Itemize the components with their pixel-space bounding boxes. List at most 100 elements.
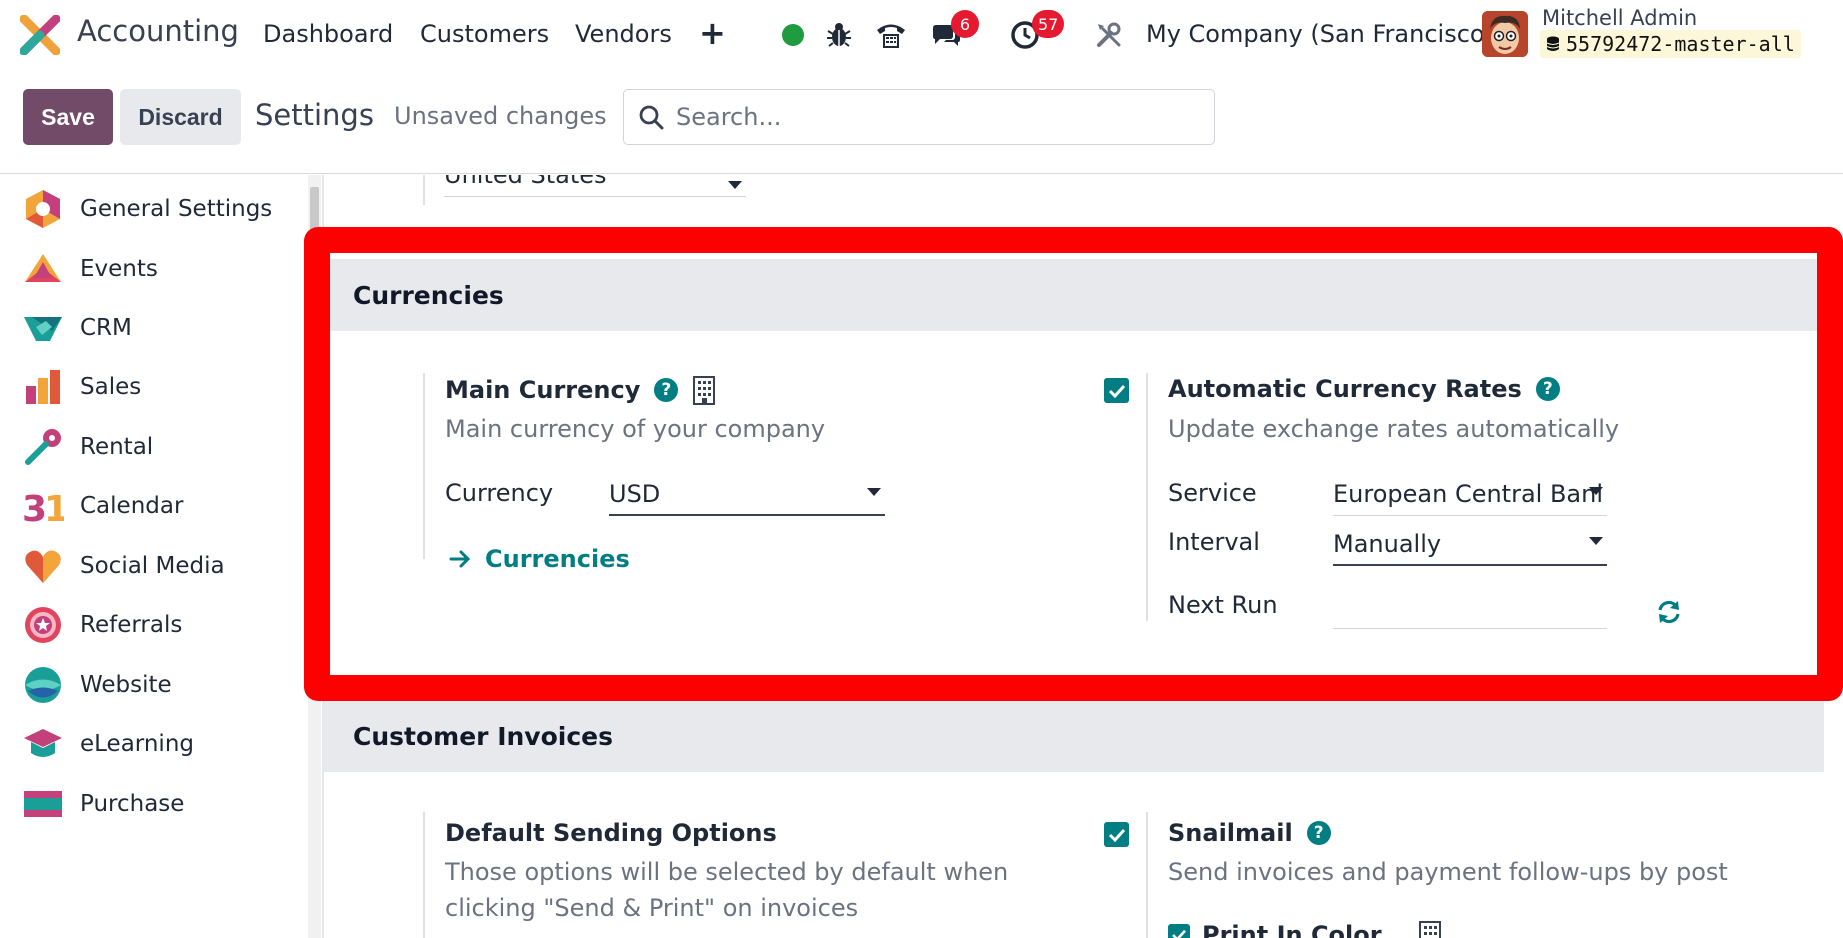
snailmail-title-row: Snailmail ? <box>1168 819 1331 847</box>
main-currency-title-row: Main Currency ? <box>445 375 716 405</box>
snailmail-title: Snailmail <box>1168 819 1293 847</box>
purchase-icon <box>24 791 62 817</box>
checkmark-icon <box>1108 828 1125 842</box>
service-value: European Central Banl <box>1333 480 1604 508</box>
sidebar-item-label: Calendar <box>80 493 184 519</box>
automatic-rates-checkbox[interactable] <box>1104 378 1129 403</box>
sidebar-item-sales[interactable]: Sales <box>0 357 300 417</box>
sidebar-item-label: Referrals <box>80 612 183 638</box>
search-input[interactable] <box>676 103 1176 131</box>
print-in-color-option[interactable]: Print In Color <box>1168 920 1442 938</box>
elearning-cap-icon <box>24 729 62 757</box>
menu-vendors[interactable]: Vendors <box>575 20 672 48</box>
phone-button[interactable] <box>874 18 908 52</box>
print-in-color-label: Print In Color <box>1202 921 1382 938</box>
refresh-icon <box>1658 600 1680 624</box>
user-name[interactable]: Mitchell Admin <box>1542 6 1697 30</box>
currency-field-label: Currency <box>445 479 554 507</box>
debug-button[interactable] <box>822 18 856 52</box>
refresh-rates-button[interactable] <box>1656 599 1684 627</box>
setting-box-border <box>1146 373 1148 621</box>
default-sending-description-line1: Those options will be selected by defaul… <box>445 858 1009 886</box>
automatic-rates-title: Automatic Currency Rates <box>1168 375 1522 403</box>
search-box[interactable] <box>623 89 1215 145</box>
app-name[interactable]: Accounting <box>77 14 239 48</box>
page-title: Settings <box>255 98 374 132</box>
menu-dashboard[interactable]: Dashboard <box>263 20 393 48</box>
crm-icon <box>24 317 62 341</box>
sidebar-item-label: General Settings <box>80 196 273 222</box>
quick-create-button[interactable]: + <box>699 14 726 52</box>
currencies-link[interactable]: Currencies <box>449 545 630 573</box>
currency-value: USD <box>609 480 661 508</box>
sidebar-item-events[interactable]: Events <box>0 239 300 299</box>
chevron-down-icon <box>1589 487 1603 495</box>
tools-icon <box>1097 22 1121 47</box>
messages-count-badge: 6 <box>951 10 979 38</box>
activities-count-badge: 57 <box>1032 10 1065 38</box>
sidebar-item-website[interactable]: Website <box>0 655 300 715</box>
status-indicator[interactable] <box>776 18 810 52</box>
main-currency-description: Main currency of your company <box>445 415 826 443</box>
company-switcher[interactable]: My Company (San Francisco) <box>1146 20 1494 48</box>
country-value: United States <box>444 175 607 189</box>
help-icon[interactable]: ? <box>1535 377 1560 401</box>
control-panel: Save Discard Settings Unsaved changes <box>0 70 1843 174</box>
sidebar-item-label: CRM <box>80 315 132 341</box>
sidebar-item-general-settings[interactable]: General Settings <box>0 179 300 239</box>
sidebar-item-referrals[interactable]: Referrals <box>0 595 300 655</box>
accounting-app-icon[interactable] <box>20 15 60 55</box>
automatic-rates-title-row: Automatic Currency Rates ? <box>1168 375 1560 403</box>
setting-box-border <box>423 373 425 559</box>
currencies-section-header: Currencies <box>324 259 1824 331</box>
sidebar-item-label: Events <box>80 256 158 282</box>
sidebar-scrollbar-thumb[interactable] <box>310 187 319 257</box>
snailmail-description: Send invoices and payment follow-ups by … <box>1168 858 1728 886</box>
arrow-right-icon <box>449 550 471 568</box>
settings-sidebar: General Settings Events CRM Sales Rental… <box>0 175 308 938</box>
unsaved-changes-indicator: Unsaved changes <box>394 102 607 130</box>
country-select[interactable]: United States <box>444 175 746 197</box>
discard-button[interactable]: Discard <box>120 89 241 145</box>
help-icon[interactable]: ? <box>654 378 679 402</box>
interval-value: Manually <box>1333 530 1442 558</box>
interval-field-label: Interval <box>1168 528 1260 556</box>
chevron-down-icon <box>1589 537 1603 545</box>
service-select[interactable]: European Central Banl <box>1333 480 1607 516</box>
sidebar-item-label: Social Media <box>80 553 225 579</box>
sidebar-item-social-media[interactable]: Social Media <box>0 536 300 596</box>
interval-select[interactable]: Manually <box>1333 530 1607 566</box>
help-icon[interactable]: ? <box>1306 821 1331 845</box>
settings-content: United States Currencies Main Currency ?… <box>322 175 1843 938</box>
avatar-face-icon <box>1482 11 1528 57</box>
sidebar-item-elearning[interactable]: eLearning <box>0 714 300 774</box>
company-building-icon <box>1418 921 1441 938</box>
sidebar-item-crm[interactable]: CRM <box>0 298 300 358</box>
bug-icon <box>827 23 851 47</box>
sidebar-item-label: Website <box>80 672 172 698</box>
default-sending-title: Default Sending Options <box>445 819 777 847</box>
social-media-heart-icon <box>25 550 61 583</box>
settings-tools-button[interactable] <box>1092 18 1126 52</box>
snailmail-checkbox[interactable] <box>1104 822 1129 847</box>
save-button[interactable]: Save <box>23 89 113 145</box>
next-run-date-input[interactable] <box>1333 593 1607 629</box>
menu-customers[interactable]: Customers <box>420 20 549 48</box>
main-currency-title: Main Currency <box>445 376 641 404</box>
sidebar-item-label: Purchase <box>80 791 185 817</box>
sidebar-scrollbar[interactable] <box>308 175 321 938</box>
messages-button[interactable]: 6 <box>929 10 979 52</box>
svg-text:1: 1 <box>44 489 64 527</box>
chevron-down-icon <box>867 488 881 496</box>
sidebar-item-purchase[interactable]: Purchase <box>0 774 300 834</box>
activities-button[interactable]: 57 <box>1008 10 1065 52</box>
setting-box-border <box>1146 812 1148 938</box>
currency-select[interactable]: USD <box>609 480 885 516</box>
user-avatar[interactable] <box>1482 11 1528 57</box>
sidebar-item-calendar[interactable]: 3 1 Calendar <box>0 476 300 536</box>
sidebar-item-label: Rental <box>80 434 154 460</box>
sidebar-item-rental[interactable]: Rental <box>0 417 300 477</box>
company-building-icon <box>693 376 716 405</box>
print-in-color-checkbox[interactable] <box>1168 924 1190 938</box>
automatic-rates-description: Update exchange rates automatically <box>1168 415 1620 443</box>
